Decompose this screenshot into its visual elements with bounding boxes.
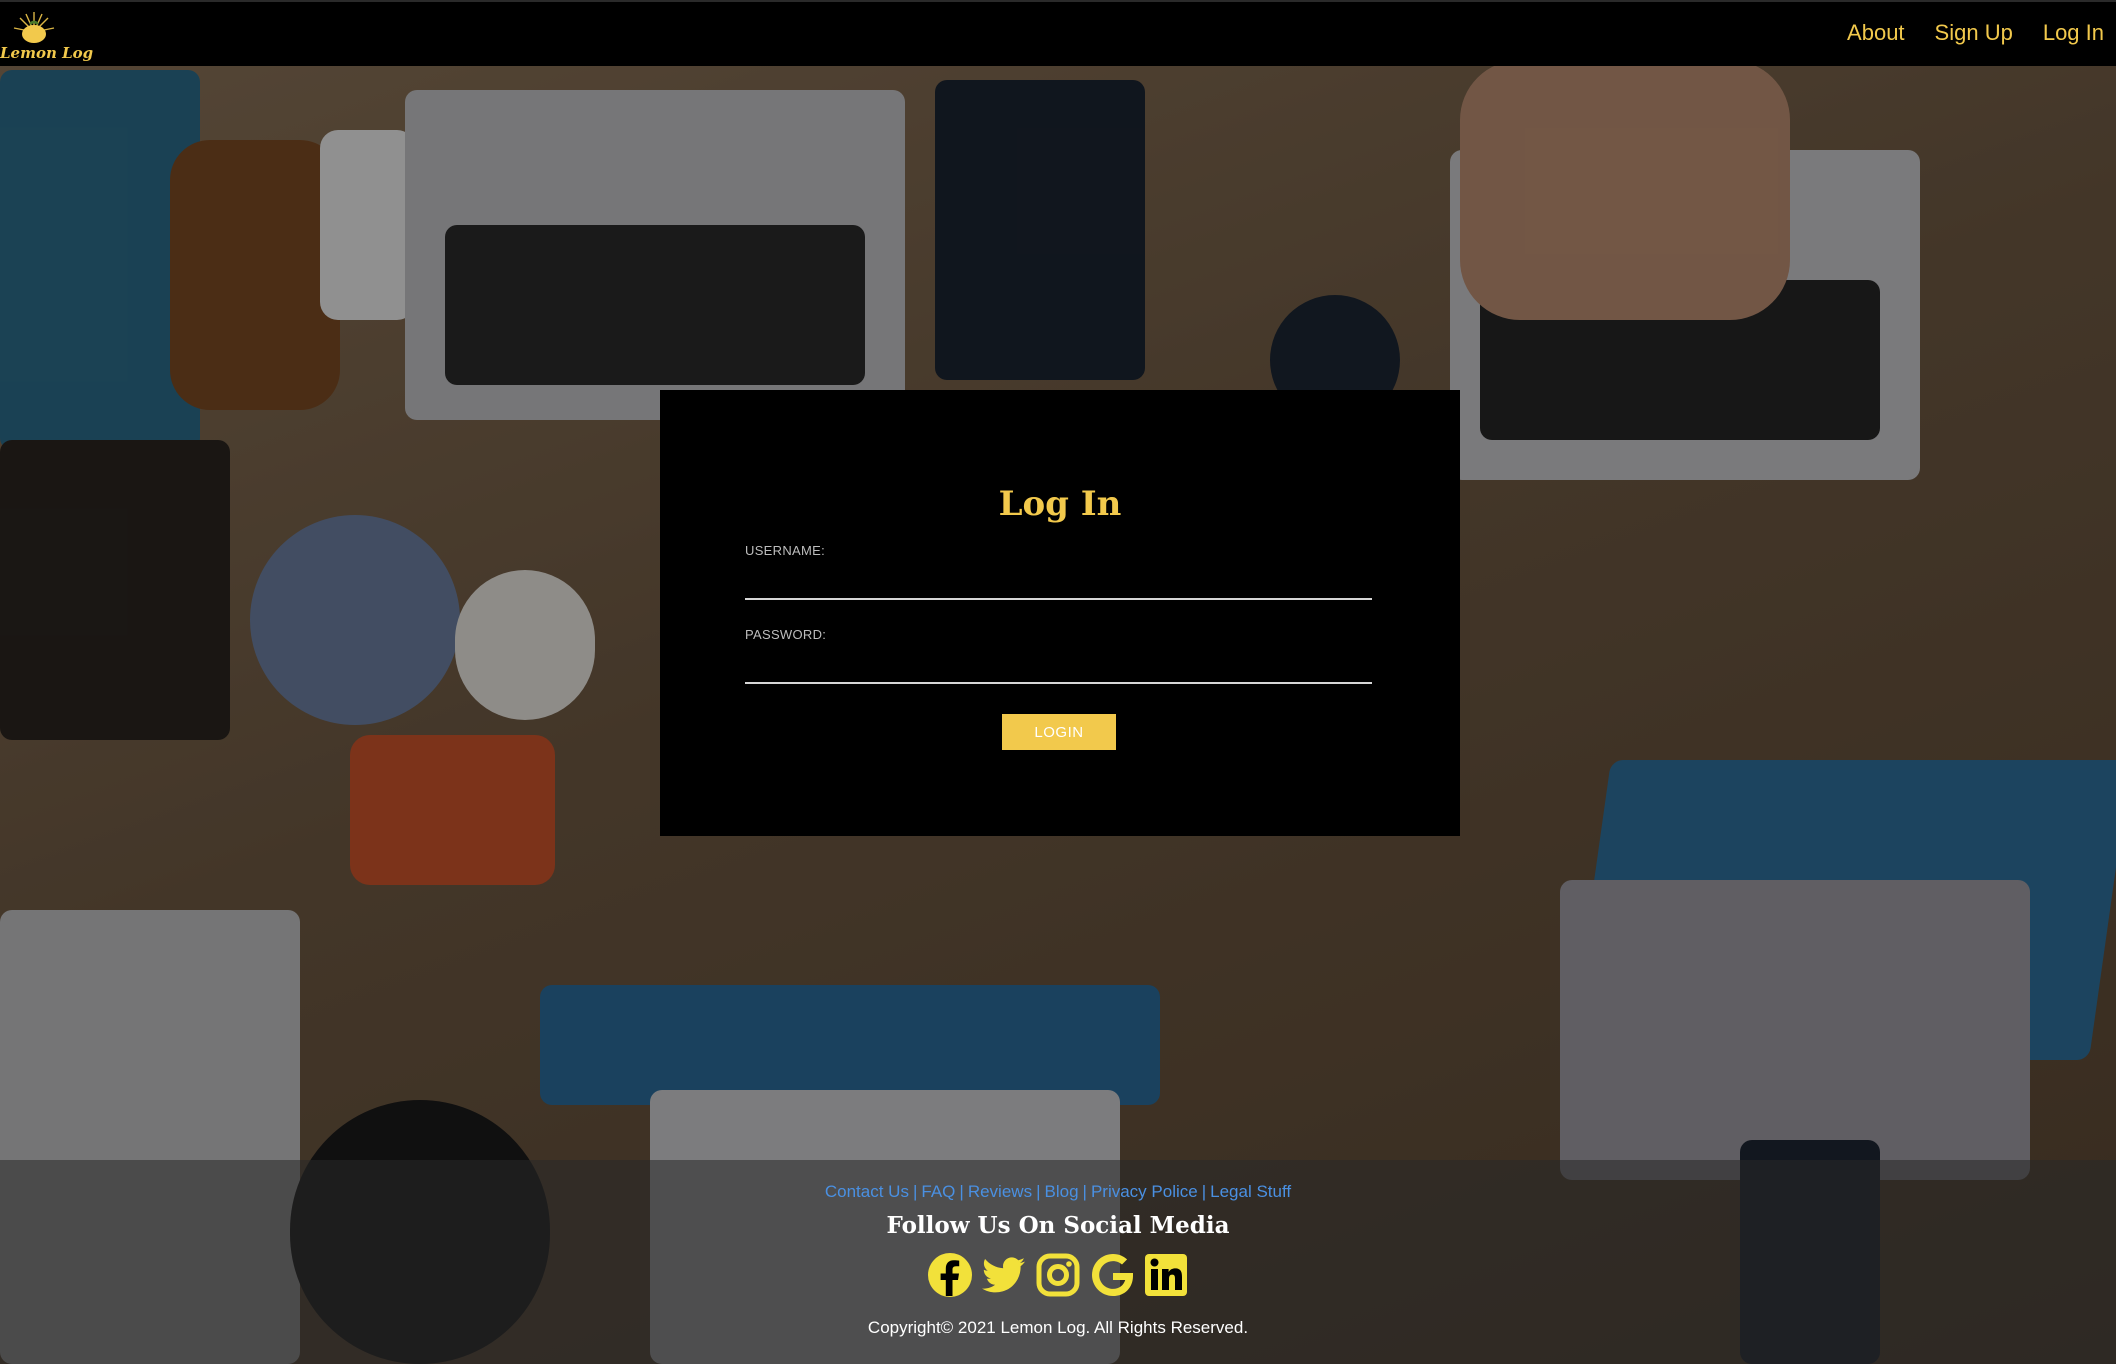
footer-links: Contact Us | FAQ | Reviews | Blog | Privacy Poli…	[0, 1182, 2116, 1202]
username-field[interactable]	[745, 564, 1372, 600]
copyright-text: Copyright© 2021 Lemon Log. All Rights Re…	[867, 1318, 1249, 1337]
google-icon[interactable]	[1089, 1252, 1135, 1298]
footer-link-blog[interactable]: Blog	[1045, 1182, 1079, 1201]
top-nav: Lemon Log About Sign Up Log In	[0, 0, 2116, 66]
footer-link-contact[interactable]: Contact Us	[825, 1182, 909, 1201]
facebook-icon[interactable]	[927, 1252, 973, 1298]
nav-about-link[interactable]: About	[1847, 20, 1905, 46]
instagram-icon[interactable]	[1035, 1252, 1081, 1298]
footer-link-privacy[interactable]: Privacy Police	[1091, 1182, 1198, 1201]
link-separator: |	[1082, 1182, 1087, 1201]
login-card: Log In USERNAME: PASSWORD: LOGIN	[660, 390, 1460, 836]
login-title: Log In	[998, 484, 1122, 524]
social-icons	[0, 1252, 2116, 1298]
login-button[interactable]: LOGIN	[1002, 714, 1116, 750]
password-field[interactable]	[745, 648, 1372, 684]
nav-login-link[interactable]: Log In	[2043, 20, 2104, 46]
username-label: USERNAME:	[745, 543, 825, 558]
footer: Contact Us | FAQ | Reviews | Blog | Privacy Poli…	[0, 1160, 2116, 1364]
password-label: PASSWORD:	[745, 627, 827, 642]
footer-link-faq[interactable]: FAQ	[921, 1182, 955, 1201]
logo-text: Lemon Log	[0, 44, 94, 62]
link-separator: |	[912, 1182, 918, 1201]
lemon-logo[interactable]: Lemon Log	[0, 8, 93, 62]
link-separator: |	[959, 1182, 964, 1201]
nav-links: About Sign Up Log In	[1847, 20, 2104, 46]
link-separator: |	[1036, 1182, 1041, 1201]
follow-heading: Follow Us On Social Media	[886, 1212, 1230, 1239]
footer-link-legal[interactable]: Legal Stuff	[1210, 1182, 1291, 1201]
nav-signup-link[interactable]: Sign Up	[1935, 20, 2013, 46]
link-separator: |	[1201, 1182, 1207, 1201]
twitter-icon[interactable]	[981, 1252, 1027, 1298]
linkedin-icon[interactable]	[1143, 1252, 1189, 1298]
footer-link-reviews[interactable]: Reviews	[968, 1182, 1032, 1201]
